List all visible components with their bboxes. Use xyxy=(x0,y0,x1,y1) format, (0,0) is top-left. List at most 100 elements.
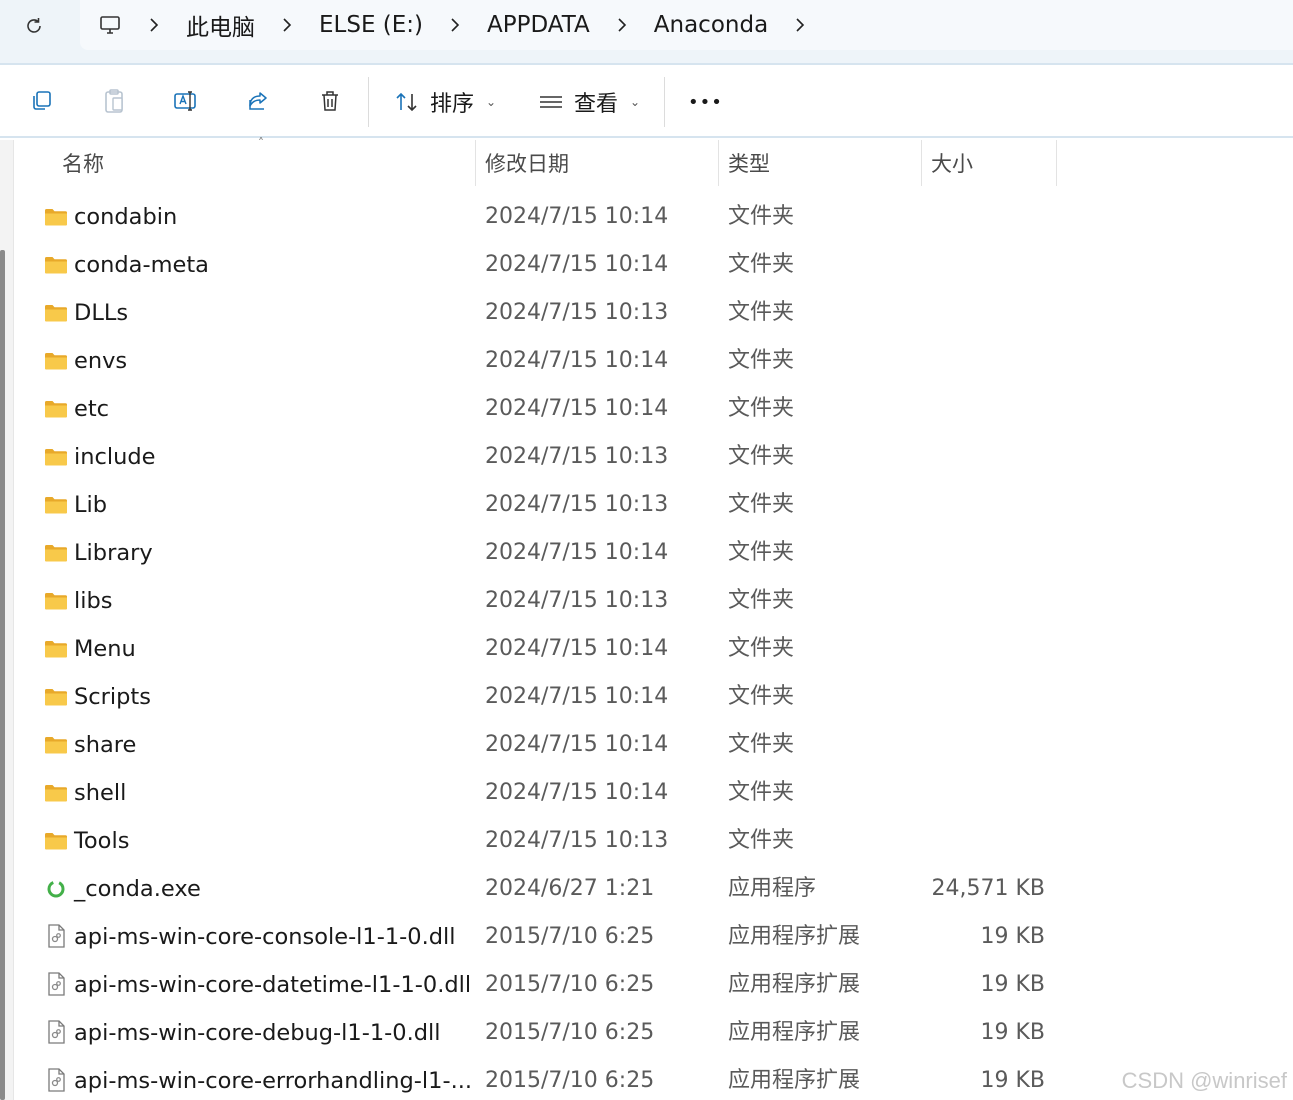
file-name: Menu xyxy=(74,636,136,662)
file-modified: 2024/7/15 10:14 xyxy=(485,780,669,805)
file-modified: 2015/7/10 6:25 xyxy=(485,1068,655,1093)
dll-icon xyxy=(44,923,68,948)
share-icon xyxy=(249,92,267,110)
file-name: conda-meta xyxy=(74,252,209,278)
column-divider[interactable] xyxy=(921,140,922,186)
file-modified: 2024/7/15 10:14 xyxy=(485,348,669,373)
file-name: DLLs xyxy=(74,300,129,326)
file-row[interactable]: include 2024/7/15 10:13 文件夹 xyxy=(0,433,1293,481)
folder-icon xyxy=(44,685,68,709)
chevron-right-icon[interactable] xyxy=(273,17,301,33)
file-type: 文件夹 xyxy=(728,684,795,709)
copy-button[interactable] xyxy=(22,83,62,119)
file-modified: 2024/7/15 10:14 xyxy=(485,204,669,229)
file-type: 文件夹 xyxy=(728,636,795,661)
file-row[interactable]: Library 2024/7/15 10:14 文件夹 xyxy=(0,529,1293,577)
file-row[interactable]: Menu 2024/7/15 10:14 文件夹 xyxy=(0,625,1293,673)
file-modified: 2024/7/15 10:13 xyxy=(485,300,669,325)
sort-button[interactable]: 排序 ⌄ xyxy=(394,83,496,121)
file-row[interactable]: _conda.exe 2024/6/27 1:21 应用程序 24,571 KB xyxy=(0,865,1293,913)
file-row[interactable]: envs 2024/7/15 10:14 文件夹 xyxy=(0,337,1293,385)
paste-button[interactable] xyxy=(94,83,134,119)
file-size: 19 KB xyxy=(980,1020,1045,1045)
chevron-right-icon[interactable] xyxy=(140,17,168,33)
dll-icon xyxy=(44,1067,68,1092)
file-type: 应用程序 xyxy=(728,876,817,901)
view-button[interactable]: 查看 ⌄ xyxy=(538,83,640,121)
file-name: api-ms-win-core-debug-l1-1-0.dll xyxy=(74,1020,441,1046)
column-header-type[interactable]: 类型 xyxy=(728,140,920,186)
view-label: 查看 xyxy=(574,92,619,117)
file-row[interactable]: libs 2024/7/15 10:13 文件夹 xyxy=(0,577,1293,625)
address-bar[interactable]: 此电脑 ELSE (E:) APPDATA Anaconda xyxy=(80,0,1293,50)
monitor-icon xyxy=(100,16,120,34)
breadcrumb-drive-e[interactable]: ELSE (E:) xyxy=(301,12,441,38)
delete-button[interactable] xyxy=(310,83,350,119)
file-row[interactable]: api-ms-win-core-errorhandling-l1-... 2015… xyxy=(0,1057,1293,1100)
file-modified: 2024/7/15 10:13 xyxy=(485,588,669,613)
share-button[interactable] xyxy=(238,83,278,119)
file-modified: 2024/7/15 10:14 xyxy=(485,732,669,757)
file-row[interactable]: share 2024/7/15 10:14 文件夹 xyxy=(0,721,1293,769)
chevron-right-icon[interactable] xyxy=(786,17,814,33)
column-header-modified[interactable]: 修改日期 xyxy=(485,140,717,186)
file-size: 19 KB xyxy=(980,1068,1045,1093)
sort-icon xyxy=(396,92,417,112)
file-type: 文件夹 xyxy=(728,588,795,613)
more-options-button[interactable]: ••• xyxy=(688,83,723,121)
file-name: include xyxy=(74,444,156,470)
file-row[interactable]: Scripts 2024/7/15 10:14 文件夹 xyxy=(0,673,1293,721)
file-row[interactable]: api-ms-win-core-debug-l1-1-0.dll 2015/7/1… xyxy=(0,1009,1293,1057)
file-type: 应用程序扩展 xyxy=(728,972,861,997)
file-size: 19 KB xyxy=(980,972,1045,997)
file-row[interactable]: api-ms-win-core-datetime-l1-1-0.dll 2015/… xyxy=(0,961,1293,1009)
file-modified: 2024/7/15 10:14 xyxy=(485,396,669,421)
this-pc-button[interactable] xyxy=(80,13,140,37)
file-row[interactable]: conda-meta 2024/7/15 10:14 文件夹 xyxy=(0,241,1293,289)
column-header-name[interactable]: 名称 xyxy=(62,140,474,186)
rename-button[interactable] xyxy=(166,83,206,119)
file-name: share xyxy=(74,732,137,758)
file-type: 文件夹 xyxy=(728,204,795,229)
watermark: CSDN @winrisef xyxy=(1121,1068,1287,1093)
breadcrumb-anaconda[interactable]: Anaconda xyxy=(636,12,786,38)
column-divider[interactable] xyxy=(1056,140,1057,186)
sort-label: 排序 xyxy=(430,92,475,117)
refresh-button[interactable] xyxy=(18,10,50,42)
file-type: 文件夹 xyxy=(728,396,795,421)
separator xyxy=(664,77,665,127)
file-type: 文件夹 xyxy=(728,348,795,373)
file-name: api-ms-win-core-datetime-l1-1-0.dll xyxy=(74,972,472,998)
column-divider[interactable] xyxy=(718,140,719,186)
column-divider[interactable] xyxy=(475,140,476,186)
breadcrumb-appdata[interactable]: APPDATA xyxy=(469,12,608,38)
file-type: 文件夹 xyxy=(728,492,795,517)
file-row[interactable]: DLLs 2024/7/15 10:13 文件夹 xyxy=(0,289,1293,337)
command-bar: 排序 ⌄ 查看 ⌄ ••• xyxy=(0,65,1293,138)
exe-icon xyxy=(44,877,68,901)
file-type: 文件夹 xyxy=(728,300,795,325)
breadcrumb-this-pc[interactable]: 此电脑 xyxy=(168,8,273,42)
file-row[interactable]: Lib 2024/7/15 10:13 文件夹 xyxy=(0,481,1293,529)
folder-icon xyxy=(44,733,68,757)
file-name: api-ms-win-core-console-l1-1-0.dll xyxy=(74,924,456,950)
file-row[interactable]: etc 2024/7/15 10:14 文件夹 xyxy=(0,385,1293,433)
file-name: Scripts xyxy=(74,684,151,710)
dll-icon xyxy=(44,971,68,996)
file-modified: 2015/7/10 6:25 xyxy=(485,972,655,997)
rename-icon xyxy=(174,91,196,111)
chevron-right-icon[interactable] xyxy=(608,17,636,33)
file-row[interactable]: shell 2024/7/15 10:14 文件夹 xyxy=(0,769,1293,817)
folder-icon xyxy=(44,253,68,277)
separator xyxy=(368,77,369,127)
chevron-right-icon[interactable] xyxy=(441,17,469,33)
file-row[interactable]: api-ms-win-core-console-l1-1-0.dll 2015/7… xyxy=(0,913,1293,961)
file-modified: 2024/7/15 10:13 xyxy=(485,492,669,517)
file-row[interactable]: condabin 2024/7/15 10:14 文件夹 xyxy=(0,193,1293,241)
file-type: 应用程序扩展 xyxy=(728,1068,861,1093)
file-type: 应用程序扩展 xyxy=(728,924,861,949)
file-row[interactable]: Tools 2024/7/15 10:13 文件夹 xyxy=(0,817,1293,865)
column-header-size[interactable]: 大小 xyxy=(931,140,1055,186)
file-modified: 2024/7/15 10:13 xyxy=(485,828,669,853)
file-modified: 2024/7/15 10:14 xyxy=(485,636,669,661)
